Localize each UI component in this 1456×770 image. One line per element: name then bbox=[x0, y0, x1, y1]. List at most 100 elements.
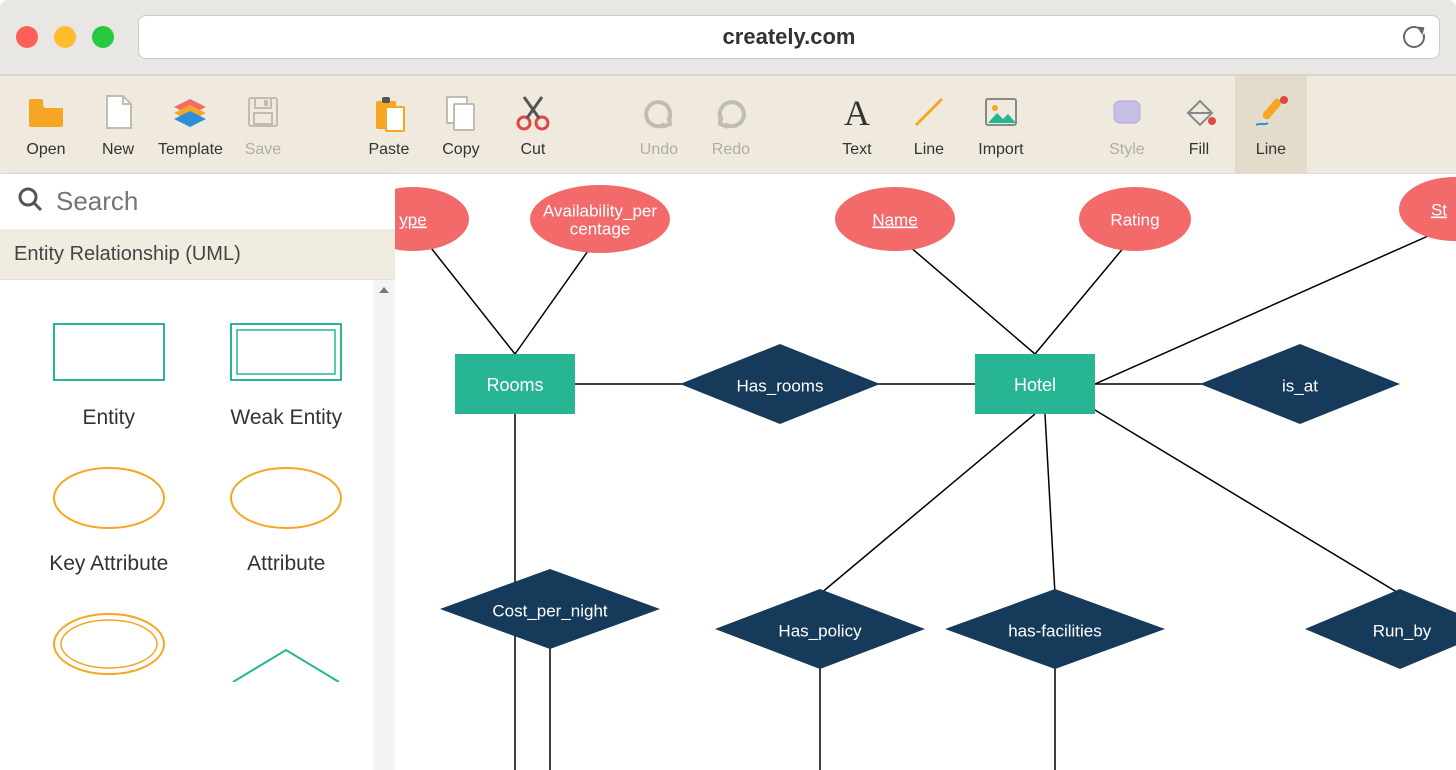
svg-text:Run_by: Run_by bbox=[1373, 621, 1432, 640]
palette-scrollbar[interactable] bbox=[373, 280, 395, 770]
shape-category-header[interactable]: Entity Relationship (UML) bbox=[0, 230, 395, 280]
attribute-type[interactable]: ype bbox=[395, 187, 469, 251]
entity-rooms[interactable]: Rooms bbox=[455, 354, 575, 414]
svg-text:Rooms: Rooms bbox=[486, 375, 543, 395]
line-style-button[interactable]: Line bbox=[1235, 76, 1307, 174]
url-text: creately.com bbox=[723, 24, 856, 50]
shape-weak-entity[interactable]: Weak Entity bbox=[198, 314, 376, 430]
copy-button[interactable]: Copy bbox=[425, 76, 497, 174]
svg-text:Availability_per: Availability_per bbox=[543, 201, 657, 220]
shape-panel: Entity Relationship (UML) Entity Weak En… bbox=[0, 174, 395, 770]
line-tool-button[interactable]: Line bbox=[893, 76, 965, 174]
pencil-line-icon bbox=[1250, 91, 1292, 133]
new-document-icon bbox=[97, 91, 139, 133]
scissors-icon bbox=[512, 91, 554, 133]
diagram-edge[interactable] bbox=[820, 414, 1035, 594]
reload-icon[interactable] bbox=[1403, 26, 1425, 48]
shape-search-input[interactable] bbox=[56, 186, 391, 217]
bucket-icon bbox=[1178, 91, 1220, 133]
undo-label: Undo bbox=[640, 141, 678, 159]
shape-entity[interactable]: Entity bbox=[20, 314, 198, 430]
copy-icon bbox=[440, 91, 482, 133]
svg-text:Has_rooms: Has_rooms bbox=[737, 376, 824, 395]
shape-multivalued-attribute[interactable] bbox=[20, 606, 198, 682]
cut-label: Cut bbox=[520, 141, 545, 159]
multivalued-attribute-shape-icon bbox=[44, 606, 174, 682]
style-label: Style bbox=[1109, 141, 1145, 159]
shape-relationship[interactable] bbox=[198, 606, 376, 682]
relationship-shape-icon bbox=[221, 606, 351, 682]
weak-entity-shape-icon bbox=[221, 314, 351, 390]
attribute-st[interactable]: St bbox=[1399, 177, 1456, 241]
new-button[interactable]: New bbox=[82, 76, 154, 174]
undo-icon bbox=[638, 91, 680, 133]
fill-label: Fill bbox=[1189, 141, 1209, 159]
text-tool-button[interactable]: A Text bbox=[821, 76, 893, 174]
shape-category-label: Entity Relationship (UML) bbox=[14, 243, 241, 266]
relationship-run-by[interactable]: Run_by bbox=[1305, 589, 1456, 669]
save-label: Save bbox=[245, 141, 281, 159]
text-icon: A bbox=[836, 91, 878, 133]
weak-entity-shape-label: Weak Entity bbox=[230, 406, 342, 430]
window-maximize-button[interactable] bbox=[92, 26, 114, 48]
cut-button[interactable]: Cut bbox=[497, 76, 569, 174]
relationship-has-facilities[interactable]: has-facilities bbox=[945, 589, 1165, 669]
template-button[interactable]: Template bbox=[154, 76, 227, 174]
copy-label: Copy bbox=[442, 141, 479, 159]
window-minimize-button[interactable] bbox=[54, 26, 76, 48]
paste-button[interactable]: Paste bbox=[353, 76, 425, 174]
relationship-is-at[interactable]: is_at bbox=[1200, 344, 1400, 424]
import-label: Import bbox=[978, 141, 1023, 159]
svg-text:has-facilities: has-facilities bbox=[1008, 621, 1102, 640]
redo-button[interactable]: Redo bbox=[695, 76, 767, 174]
shape-key-attribute[interactable]: Key Attribute bbox=[20, 460, 198, 576]
shape-attribute[interactable]: Attribute bbox=[198, 460, 376, 576]
paste-label: Paste bbox=[368, 141, 409, 159]
relationship-cost-per-night[interactable]: Cost_per_night bbox=[440, 569, 660, 649]
folder-icon bbox=[25, 91, 67, 133]
attribute-availability[interactable]: Availability_per centage bbox=[530, 185, 670, 253]
redo-label: Redo bbox=[712, 141, 750, 159]
diagram-edge[interactable] bbox=[1085, 404, 1400, 594]
scroll-up-icon[interactable] bbox=[373, 280, 395, 300]
fill-button[interactable]: Fill bbox=[1163, 76, 1235, 174]
undo-button[interactable]: Undo bbox=[623, 76, 695, 174]
relationship-has-policy[interactable]: Has_policy bbox=[715, 589, 925, 669]
window-close-button[interactable] bbox=[16, 26, 38, 48]
svg-text:ype: ype bbox=[399, 210, 426, 229]
open-button[interactable]: Open bbox=[10, 76, 82, 174]
shape-search-row bbox=[0, 174, 395, 230]
attribute-rating[interactable]: Rating bbox=[1079, 187, 1191, 251]
svg-text:is_at: is_at bbox=[1282, 376, 1318, 395]
line-style-label: Line bbox=[1256, 141, 1286, 159]
text-tool-label: Text bbox=[842, 141, 871, 159]
attribute-name[interactable]: Name bbox=[835, 187, 955, 251]
entity-shape-label: Entity bbox=[82, 406, 135, 430]
diagram-edge[interactable] bbox=[895, 234, 1035, 354]
paste-icon bbox=[368, 91, 410, 133]
svg-text:Cost_per_night: Cost_per_night bbox=[492, 601, 608, 620]
redo-icon bbox=[710, 91, 752, 133]
svg-text:Name: Name bbox=[872, 210, 917, 229]
attribute-shape-label: Attribute bbox=[247, 552, 325, 576]
save-icon bbox=[242, 91, 284, 133]
diagram-edge[interactable] bbox=[1035, 234, 1135, 354]
svg-text:Has_policy: Has_policy bbox=[778, 621, 862, 640]
save-button[interactable]: Save bbox=[227, 76, 299, 174]
diagram-edge[interactable] bbox=[420, 234, 515, 354]
style-button[interactable]: Style bbox=[1091, 76, 1163, 174]
attribute-shape-icon bbox=[221, 460, 351, 536]
diagram-canvas[interactable]: ype Availability_per centage Name Rating… bbox=[395, 174, 1456, 770]
search-icon bbox=[16, 185, 44, 218]
diagram-edge[interactable] bbox=[1045, 414, 1055, 594]
key-attribute-shape-label: Key Attribute bbox=[49, 552, 168, 576]
line-tool-label: Line bbox=[914, 141, 944, 159]
svg-text:A: A bbox=[844, 93, 870, 133]
entity-hotel[interactable]: Hotel bbox=[975, 354, 1095, 414]
svg-text:centage: centage bbox=[570, 219, 631, 238]
new-label: New bbox=[102, 141, 134, 159]
import-button[interactable]: Import bbox=[965, 76, 1037, 174]
svg-text:Rating: Rating bbox=[1110, 210, 1159, 229]
relationship-has-rooms[interactable]: Has_rooms bbox=[680, 344, 880, 424]
url-bar[interactable]: creately.com bbox=[138, 15, 1440, 59]
